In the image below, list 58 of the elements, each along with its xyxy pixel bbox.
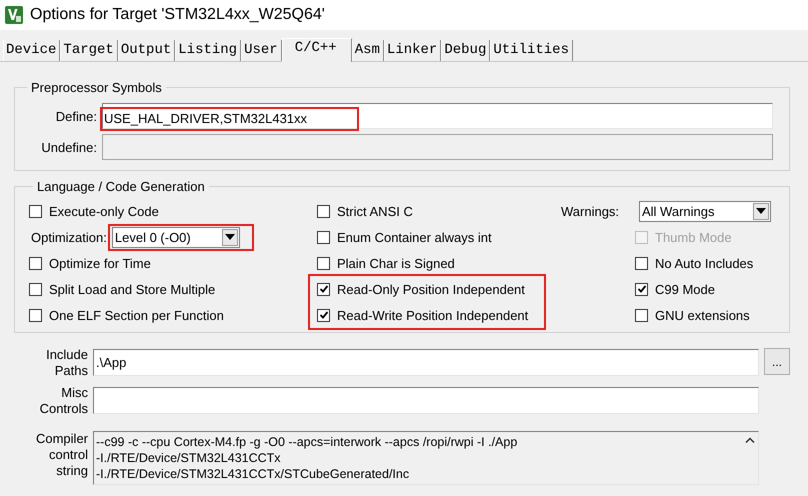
app-icon — [5, 6, 23, 24]
checkbox-label: C99 Mode — [655, 282, 715, 296]
field-value: USE_HAL_DRIVER,STM32L431xx — [104, 110, 308, 126]
field-value: .\App — [95, 355, 126, 370]
checkbox[interactable] — [317, 204, 330, 218]
group-title: Preprocessor Symbols — [30, 80, 163, 95]
field-label: Define: — [54, 108, 97, 124]
checkbox-label: Read-Write Position Independent — [337, 308, 528, 322]
tab[interactable]: User — [241, 40, 282, 61]
checkbox-label: No Auto Includes — [655, 256, 754, 270]
field-label: Compiler control string — [34, 431, 88, 479]
checkbox[interactable] — [635, 282, 648, 296]
checkbox[interactable] — [317, 256, 330, 270]
checkbox-label: Plain Char is Signed — [337, 256, 455, 270]
tab[interactable]: Debug — [441, 40, 490, 61]
checkbox-label: GNU extensions — [655, 308, 750, 322]
checkbox[interactable] — [635, 308, 648, 322]
include-paths-field[interactable]: .\App — [93, 349, 759, 376]
checkbox[interactable] — [29, 256, 42, 270]
checkbox-label: Execute-only Code — [49, 204, 159, 218]
field-label: Include Paths — [45, 347, 88, 379]
checkbox[interactable] — [317, 282, 330, 296]
tab[interactable]: Output — [118, 40, 176, 61]
dropdown[interactable]: All Warnings — [639, 200, 771, 222]
checkbox-label: Split Load and Store Multiple — [49, 282, 216, 296]
checkbox[interactable] — [29, 282, 42, 296]
select-label: Warnings: — [561, 204, 620, 218]
tab[interactable]: Device — [3, 40, 60, 61]
tab[interactable]: Listing — [175, 40, 242, 61]
window-title: Options for Target 'STM32L4xx_W25Q64' — [30, 6, 325, 24]
checkbox-label: Optimize for Time — [49, 256, 151, 270]
compiler-string-line: -I./RTE/Device/STM32L431CCTx — [96, 450, 282, 466]
checkbox-label: Read-Only Position Independent — [337, 282, 525, 296]
scroll-up-icon[interactable] — [744, 437, 754, 443]
checkbox-label: One ELF Section per Function — [49, 308, 224, 322]
checkbox[interactable] — [29, 204, 42, 218]
define-field[interactable]: USE_HAL_DRIVER,STM32L431xx — [102, 103, 773, 129]
tab[interactable]: Utilities — [490, 40, 573, 61]
select-label: Optimization: — [31, 230, 107, 244]
tab[interactable]: C/C++ — [282, 38, 352, 62]
checkbox-label: Strict ANSI C — [337, 204, 413, 218]
checkbox[interactable] — [317, 308, 330, 322]
field-label: Undefine: — [40, 140, 97, 154]
browse-button[interactable]: ... — [764, 348, 790, 375]
dropdown[interactable]: Level 0 (-O0) — [112, 226, 240, 248]
tab[interactable]: Asm — [352, 40, 384, 61]
field-label: Misc Controls — [38, 385, 88, 417]
checkbox[interactable] — [317, 230, 330, 244]
group-title: Language / Code Generation — [36, 179, 206, 194]
tab[interactable]: Linker — [384, 40, 442, 61]
compiler-string-line: --c99 -c --cpu Cortex-M4.fp -g -O0 --apcs=interwork --apcs /ropi/rwpi -I ./App — [96, 434, 518, 450]
compiler-string-line: -I./RTE/Device/STM32L431CCTx/STCubeGenerated/Inc — [96, 466, 410, 482]
misc-controls-field[interactable] — [93, 387, 759, 414]
checkbox[interactable] — [635, 256, 648, 270]
checkbox[interactable] — [29, 308, 42, 322]
tab[interactable]: Target — [60, 40, 118, 61]
checkbox-label: Enum Container always int — [337, 230, 492, 244]
checkbox-label: Thumb Mode — [655, 230, 732, 244]
